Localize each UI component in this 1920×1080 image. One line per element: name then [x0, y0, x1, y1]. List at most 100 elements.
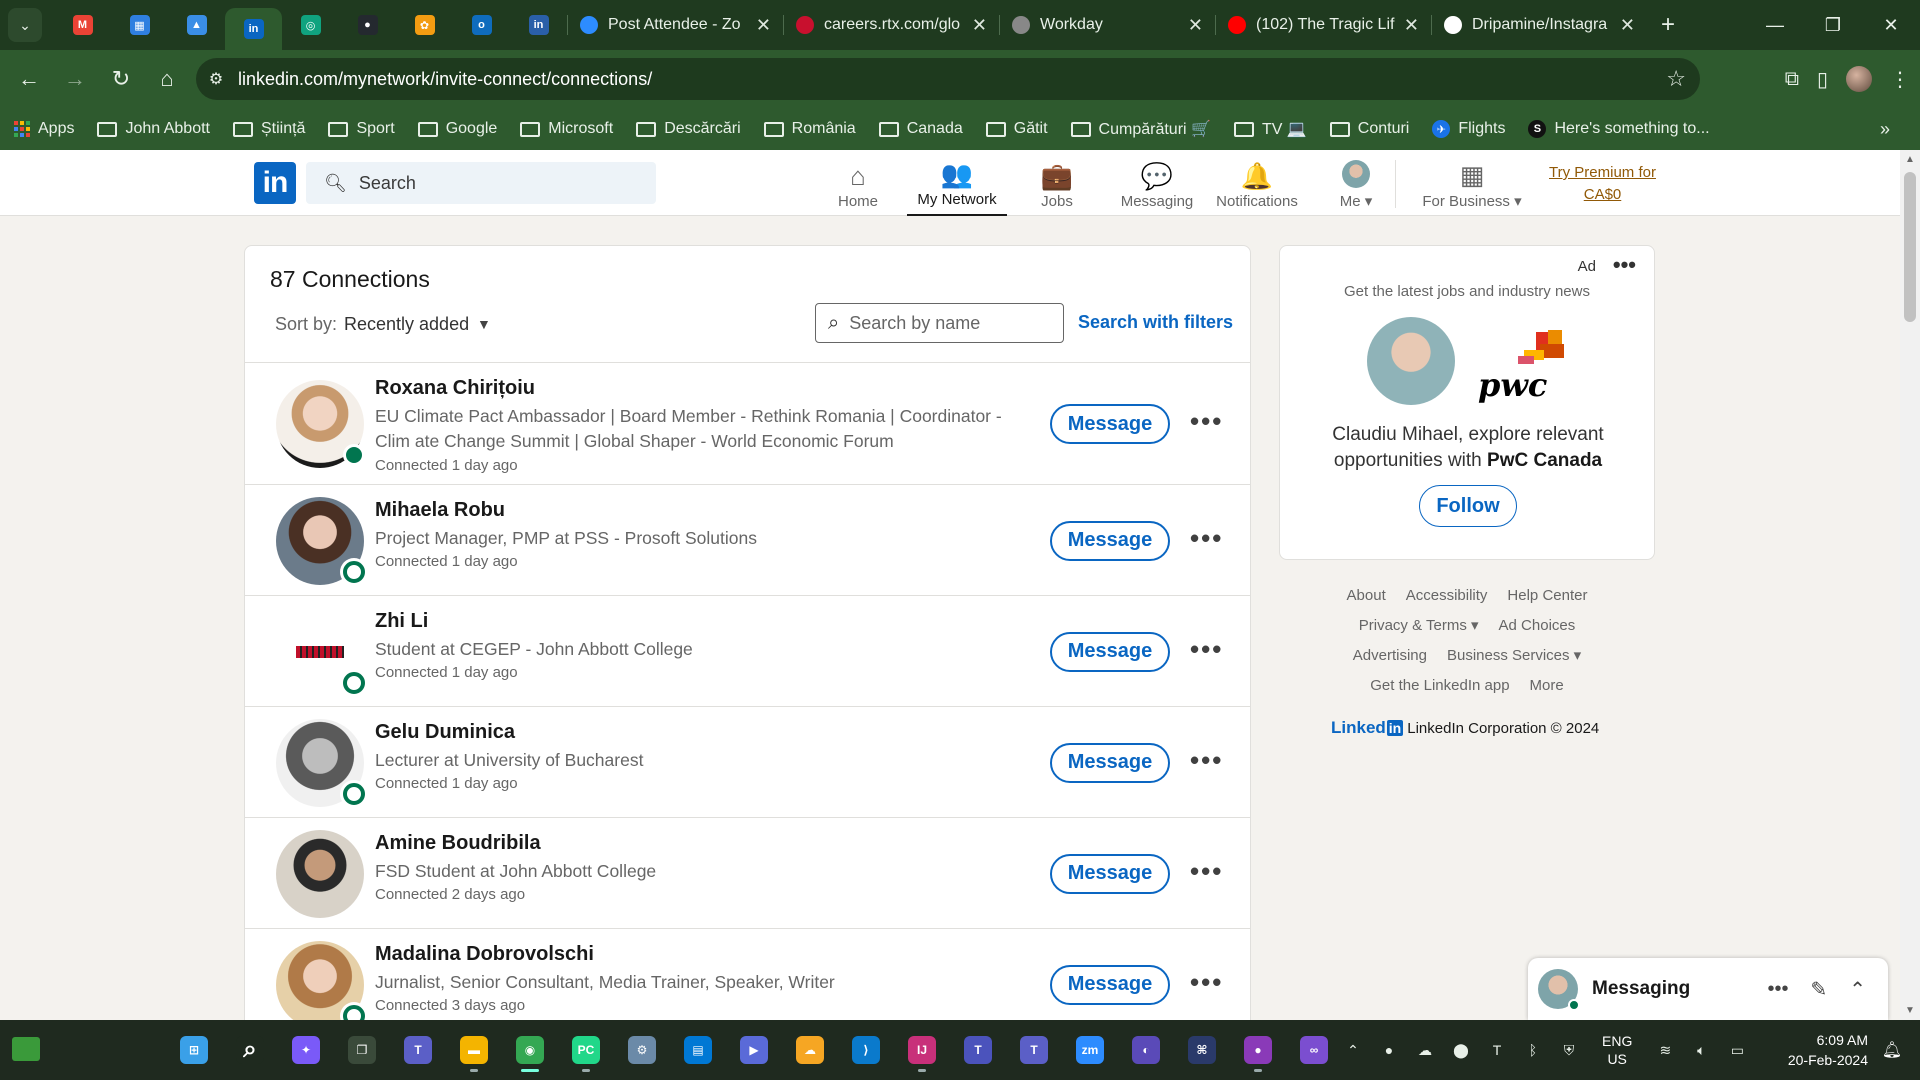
message-button[interactable]: Message — [1050, 631, 1170, 672]
pycharm-icon[interactable]: PC — [564, 1028, 608, 1072]
search-with-filters-link[interactable]: Search with filters — [1078, 312, 1233, 333]
clock[interactable]: 6:09 AM 20-Feb-2024 — [1788, 1030, 1868, 1070]
copilot-icon[interactable]: ✦ — [284, 1028, 328, 1072]
nav-home[interactable]: ⌂ Home — [826, 150, 890, 216]
notification-center-icon[interactable]: 🔔︎ — [1882, 1040, 1902, 1060]
close-tab-icon[interactable]: ✕ — [756, 15, 771, 36]
vscode-icon[interactable]: ⟩ — [844, 1028, 888, 1072]
footer-link[interactable]: Privacy & Terms ▾ — [1359, 616, 1479, 634]
more-options-icon[interactable]: ••• — [1190, 745, 1223, 776]
message-button[interactable]: Message — [1050, 404, 1170, 444]
connection-name[interactable]: Gelu Duminica — [375, 721, 515, 744]
browser-tab[interactable]: careers.rtx.com/glo ✕ — [784, 0, 999, 50]
follow-button[interactable]: Follow — [1419, 485, 1517, 527]
bookmark-item[interactable]: TV 💻 — [1233, 119, 1307, 139]
messaging-title[interactable]: Messaging — [1592, 978, 1767, 1000]
connection-name[interactable]: Amine Boudribila — [375, 832, 541, 855]
bookmark-item[interactable]: Cumpărături 🛒 — [1070, 119, 1211, 139]
nav-me[interactable]: Me ▾ — [1326, 150, 1386, 216]
pinned-tab[interactable]: in — [510, 0, 567, 50]
chevron-up-icon[interactable]: ⌃ — [1342, 1039, 1364, 1061]
profile-avatar[interactable] — [1846, 66, 1872, 92]
connection-name[interactable]: Roxana Chirițoiu — [375, 377, 535, 400]
message-button[interactable]: Message — [1050, 964, 1170, 1005]
bookmark-item[interactable]: Google — [417, 120, 497, 138]
pinned-tab[interactable]: ● — [339, 0, 396, 50]
bookmark-item[interactable]: România — [763, 120, 856, 138]
connection-avatar[interactable] — [276, 829, 364, 918]
more-options-icon[interactable]: ••• — [1190, 406, 1223, 437]
bookmark-item[interactable]: Canada — [878, 120, 963, 138]
address-bar[interactable]: ⚙ linkedin.com/mynetwork/invite-connect/… — [196, 58, 1700, 100]
more-options-icon[interactable]: ••• — [1190, 523, 1223, 554]
task-view-icon[interactable]: ❐ — [340, 1028, 384, 1072]
start-icon[interactable]: ⊞ — [172, 1028, 216, 1072]
footer-link[interactable]: Accessibility — [1406, 587, 1488, 604]
pinned-tab[interactable]: ▦ — [111, 0, 168, 50]
teams-icon[interactable]: T — [956, 1028, 1000, 1072]
close-tab-icon[interactable]: ✕ — [1620, 15, 1635, 36]
security-shield-icon[interactable]: ⛨ — [1558, 1039, 1580, 1061]
tab-search-button[interactable]: ⌄ — [8, 8, 42, 42]
settings-icon[interactable]: ⚙ — [620, 1028, 664, 1072]
more-options-icon[interactable]: ••• — [1190, 634, 1223, 665]
more-options-icon[interactable]: ••• — [1767, 978, 1788, 1001]
language-indicator[interactable]: ENG US — [1602, 1032, 1632, 1068]
scrollbar-thumb[interactable] — [1904, 172, 1916, 322]
scroll-down-icon[interactable]: ▼ — [1900, 1005, 1920, 1016]
nav-messaging[interactable]: 💬 Messaging — [1112, 150, 1202, 216]
footer-link[interactable]: Advertising — [1353, 647, 1427, 664]
side-panel-icon[interactable]: ▯ — [1817, 67, 1828, 92]
connection-name[interactable]: Mihaela Robu — [375, 499, 505, 522]
eclipse-icon[interactable]: ◐ — [1124, 1028, 1168, 1072]
zoom-icon[interactable]: zm — [1068, 1028, 1112, 1072]
onedrive-icon[interactable]: ☁ — [1414, 1039, 1436, 1061]
restore-button[interactable]: ❐ — [1804, 0, 1862, 50]
scroll-up-icon[interactable]: ▲ — [1900, 154, 1920, 165]
wifi-icon[interactable]: ≋ — [1654, 1039, 1676, 1061]
bookmark-item[interactable]: S Here's something to... — [1528, 120, 1710, 138]
bookmark-item[interactable]: John Abbott — [97, 120, 210, 138]
bookmark-item[interactable]: ✈ Flights — [1432, 120, 1505, 138]
nav-mynetwork[interactable]: 👥 My Network — [907, 150, 1007, 216]
message-button[interactable]: Message — [1050, 742, 1170, 783]
github-desktop-icon[interactable]: ● — [1236, 1028, 1280, 1072]
reload-button[interactable]: ↻ — [100, 58, 142, 100]
messaging-dock[interactable]: Messaging ••• ✎ ⌃ — [1528, 958, 1888, 1020]
bluetooth-icon[interactable]: ᛒ — [1522, 1039, 1544, 1061]
bookmark-item[interactable]: Gătit — [985, 120, 1048, 138]
bookmark-item[interactable]: Știință — [232, 120, 305, 138]
close-tab-icon[interactable]: ✕ — [972, 15, 987, 36]
browser-menu-icon[interactable]: ⋮ — [1890, 67, 1910, 92]
back-button[interactable]: ← — [8, 58, 50, 100]
pinned-tab[interactable]: o — [453, 0, 510, 50]
nav-jobs[interactable]: 💼 Jobs — [1027, 150, 1087, 216]
bookmarks-overflow-icon[interactable]: » — [1880, 119, 1890, 140]
connection-name[interactable]: Madalina Dobrovolschi — [375, 943, 594, 966]
power-automate-icon[interactable]: ▶ — [732, 1028, 776, 1072]
more-options-icon[interactable]: ••• — [1190, 967, 1223, 998]
sort-dropdown[interactable]: Recently added — [344, 314, 469, 335]
nav-notifications[interactable]: 🔔 Notifications — [1207, 150, 1307, 216]
chevron-up-icon[interactable]: ⌃ — [1849, 977, 1866, 1002]
battery-icon[interactable]: ▭ — [1726, 1039, 1748, 1061]
pycharm-ce-icon[interactable]: ⌘ — [1180, 1028, 1224, 1072]
intellij-icon[interactable]: IJ — [900, 1028, 944, 1072]
location-icon[interactable]: ⬤ — [1450, 1039, 1472, 1061]
linkedin-logo[interactable]: in — [254, 162, 296, 204]
footer-link[interactable]: More — [1530, 677, 1564, 694]
browser-tab[interactable]: Post Attendee - Zo ✕ — [568, 0, 783, 50]
pinned-tab[interactable]: ◎ — [282, 0, 339, 50]
pinned-tab[interactable]: in — [225, 8, 282, 50]
footer-link[interactable]: Get the LinkedIn app — [1370, 677, 1509, 694]
more-options-icon[interactable]: ••• — [1190, 856, 1223, 887]
ad-options-icon[interactable]: ••• — [1613, 252, 1636, 278]
bookmark-item[interactable]: Conturi — [1329, 120, 1409, 138]
compose-icon[interactable]: ✎ — [1810, 977, 1827, 1002]
teams-chat-icon[interactable]: T — [396, 1028, 440, 1072]
message-button[interactable]: Message — [1050, 520, 1170, 561]
bookmark-item[interactable]: Apps — [14, 120, 74, 138]
nav-forbusiness[interactable]: ▦ For Business ▾ — [1412, 150, 1532, 216]
extensions-icon[interactable]: ⧉ — [1785, 68, 1799, 91]
message-button[interactable]: Message — [1050, 853, 1170, 894]
